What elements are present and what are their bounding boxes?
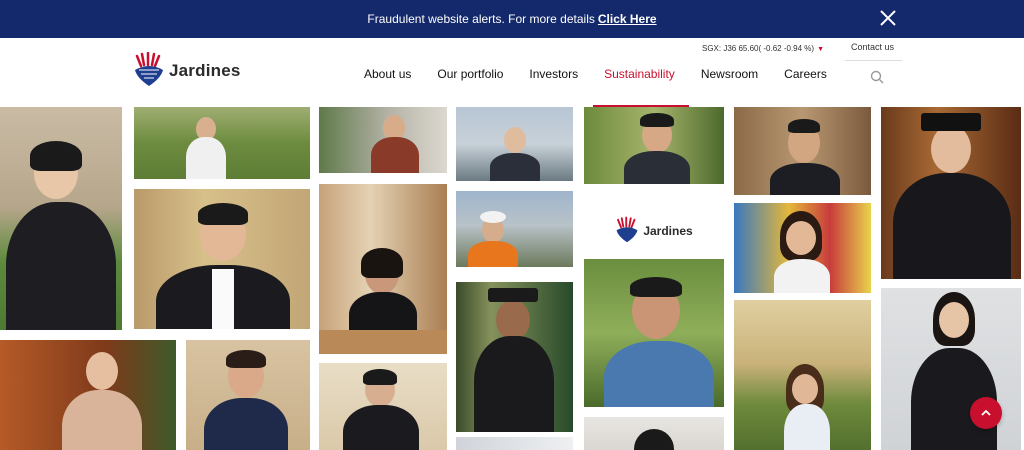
- nav-careers[interactable]: Careers: [784, 67, 827, 81]
- caret-down-icon: ▼: [817, 46, 824, 53]
- nav-newsroom[interactable]: Newsroom: [701, 67, 758, 81]
- thistle-logo-icon: [135, 52, 163, 86]
- portrait-photo: [584, 107, 724, 184]
- people-photo-mosaic: Jardines: [0, 107, 1024, 450]
- nav-investors[interactable]: Investors: [529, 67, 578, 81]
- portrait-photo: [0, 340, 176, 450]
- portrait-photo: [584, 417, 724, 450]
- portrait-photo: [456, 282, 573, 432]
- brand-logo[interactable]: Jardines: [133, 52, 241, 90]
- thistle-logo-icon: [616, 216, 638, 242]
- close-icon[interactable]: [878, 8, 898, 28]
- contact-us-link[interactable]: Contact us: [851, 42, 894, 52]
- main-nav: About us Our portfolio Investors Sustain…: [364, 67, 853, 81]
- alert-click-here-link[interactable]: Click Here: [598, 12, 657, 26]
- nav-our-portfolio[interactable]: Our portfolio: [437, 67, 503, 81]
- portrait-photo: [134, 107, 310, 179]
- search-icon[interactable]: [870, 70, 884, 84]
- portrait-photo: [734, 107, 871, 195]
- portrait-photo: [134, 189, 310, 329]
- portrait-photo: [881, 107, 1021, 279]
- portrait-photo: [319, 363, 447, 450]
- chevron-up-icon: [981, 409, 991, 416]
- portrait-photo: [734, 203, 871, 293]
- portrait-photo: [584, 259, 724, 407]
- alert-message: Fraudulent website alerts. For more deta…: [367, 12, 595, 26]
- fraud-alert-banner: Fraudulent website alerts. For more deta…: [0, 0, 1024, 38]
- ticker-text: SGX: J36 65.60( -0.62 -0.94 %): [702, 44, 815, 53]
- portrait-photo: [319, 107, 447, 173]
- portrait-photo: [456, 107, 573, 181]
- logo-tile-label: Jardines: [643, 223, 693, 238]
- divider: [845, 60, 902, 61]
- scroll-to-top-button[interactable]: [970, 397, 1002, 429]
- portrait-photo: [881, 288, 1021, 450]
- nav-about-us[interactable]: About us: [364, 67, 411, 81]
- site-header: Jardines SGX: J36 65.60( -0.62 -0.94 %) ▼…: [0, 38, 1024, 107]
- portrait-photo: [456, 437, 573, 450]
- portrait-photo: [186, 340, 310, 450]
- jardines-logo-tile: Jardines: [584, 194, 724, 267]
- stock-ticker: SGX: J36 65.60( -0.62 -0.94 %) ▼: [702, 44, 824, 53]
- brand-name: Jardines: [169, 61, 241, 80]
- portrait-photo: [734, 300, 871, 450]
- portrait-photo: [456, 191, 573, 267]
- portrait-photo: [319, 184, 447, 354]
- nav-sustainability[interactable]: Sustainability: [604, 67, 675, 81]
- portrait-photo: [0, 107, 122, 330]
